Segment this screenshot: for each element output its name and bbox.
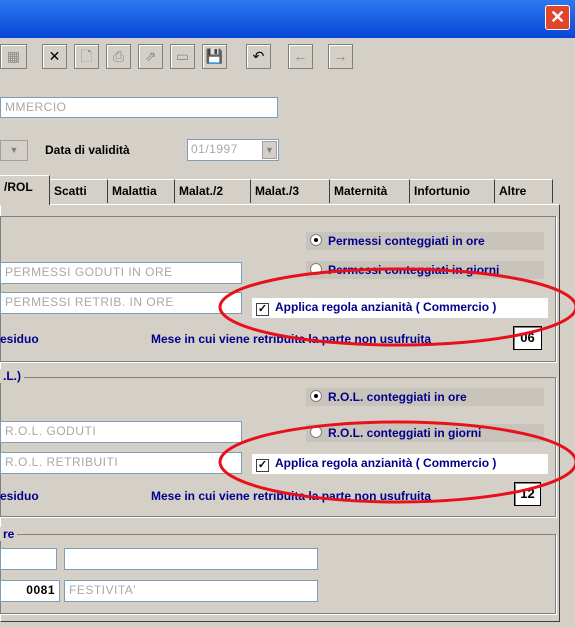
annotation-ellipse xyxy=(218,267,575,347)
annotation-overlay xyxy=(218,267,575,504)
tab-rol[interactable]: /ROL xyxy=(0,175,50,205)
annotation-ellipse xyxy=(218,420,575,504)
